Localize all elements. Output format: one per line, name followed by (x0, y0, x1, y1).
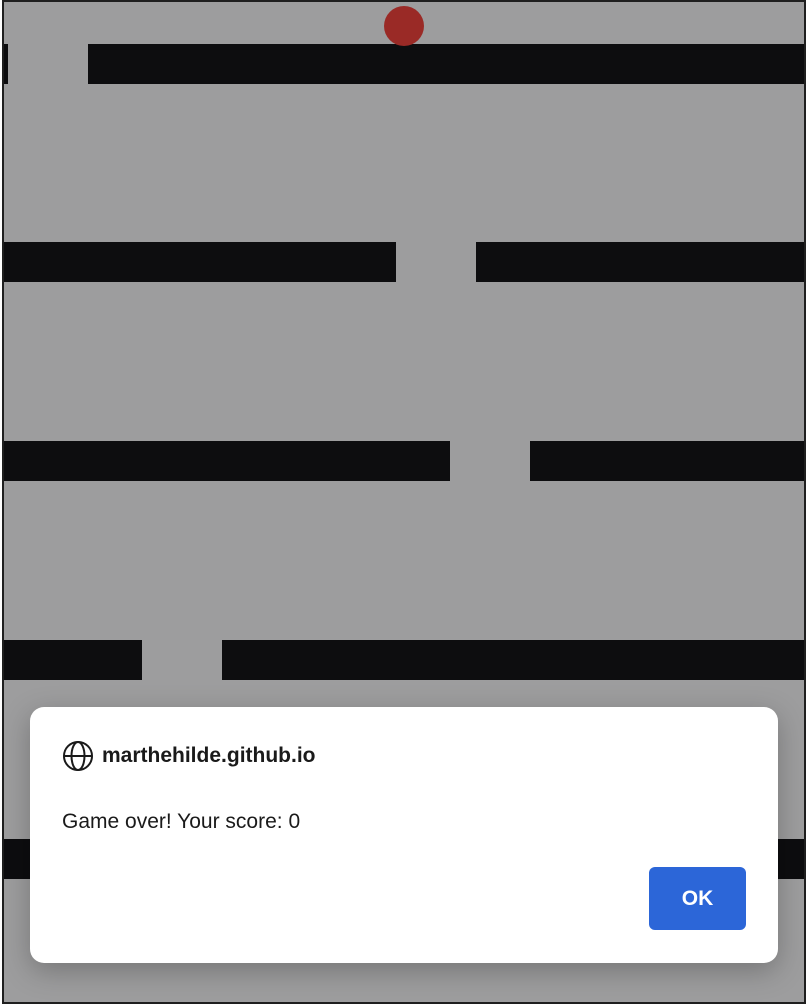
alert-dialog: marthehilde.github.io Game over! Your sc… (30, 707, 778, 963)
barrier-segment (4, 242, 396, 282)
barrier-segment (88, 44, 804, 84)
barrier-segment (530, 441, 804, 481)
player-ball (384, 6, 424, 46)
ok-button[interactable]: OK (649, 867, 746, 930)
barrier-segment (4, 44, 8, 84)
dialog-message: Game over! Your score: 0 (62, 810, 301, 833)
barrier-segment (476, 242, 804, 282)
dialog-origin-title: marthehilde.github.io (102, 744, 316, 767)
barrier-segment (222, 640, 804, 680)
globe-icon (63, 741, 93, 771)
barrier-segment (4, 640, 142, 680)
barrier-segment (4, 441, 450, 481)
dialog-header: marthehilde.github.io (62, 740, 316, 772)
